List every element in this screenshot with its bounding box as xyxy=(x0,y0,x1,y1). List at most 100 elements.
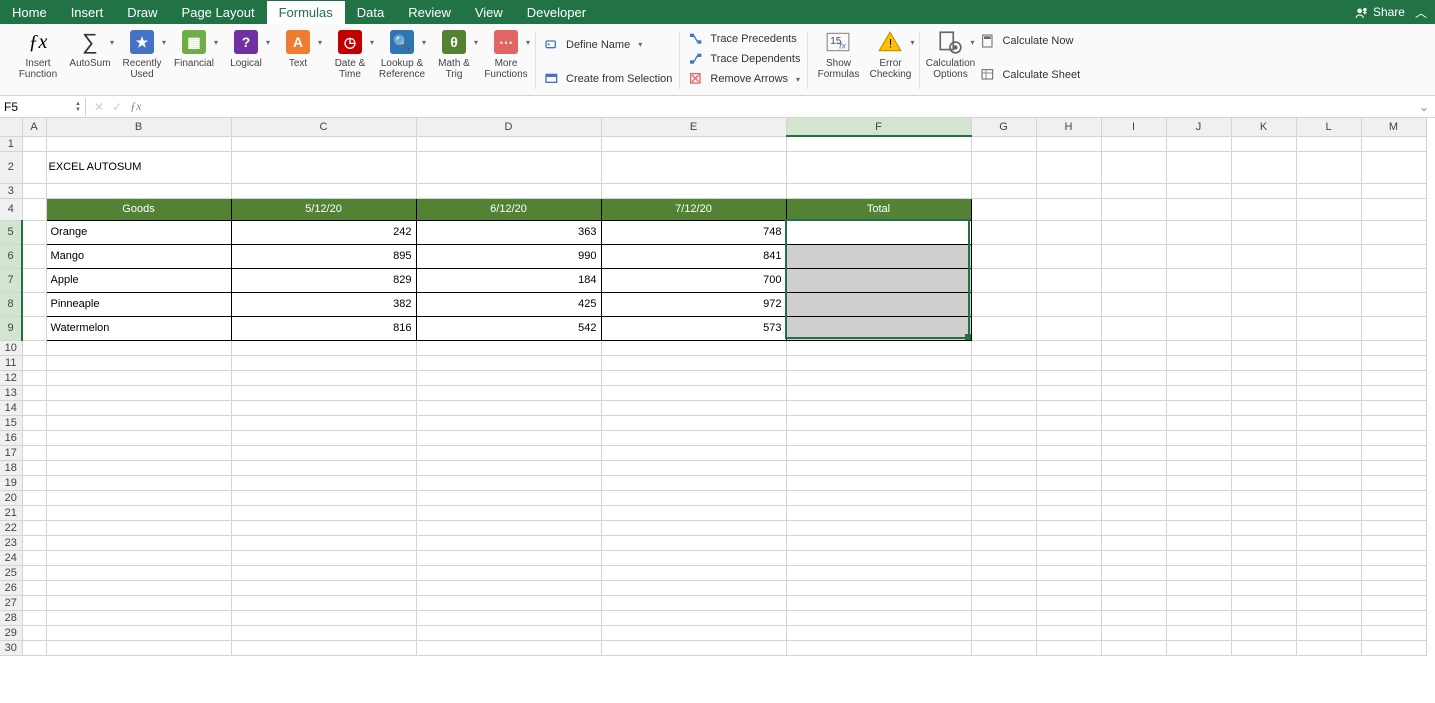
cell-C28[interactable] xyxy=(231,610,416,625)
calculate-sheet-button[interactable]: Calculate Sheet xyxy=(978,66,1082,84)
cell-C12[interactable] xyxy=(231,370,416,385)
cell-J10[interactable] xyxy=(1166,340,1231,355)
cell-E5[interactable]: 748 xyxy=(601,220,786,244)
cell-H15[interactable] xyxy=(1036,415,1101,430)
cell-D24[interactable] xyxy=(416,550,601,565)
cell-B15[interactable] xyxy=(46,415,231,430)
cell-L15[interactable] xyxy=(1296,415,1361,430)
chevron-down-icon[interactable]: ▾ xyxy=(110,38,114,47)
text-button[interactable]: A▾ Text xyxy=(274,28,322,69)
cell-J19[interactable] xyxy=(1166,475,1231,490)
cell-F28[interactable] xyxy=(786,610,971,625)
cell-G26[interactable] xyxy=(971,580,1036,595)
row-header-1[interactable]: 1 xyxy=(0,136,22,151)
cell-A4[interactable] xyxy=(22,198,46,220)
row-header-27[interactable]: 27 xyxy=(0,595,22,610)
remove-arrows-button[interactable]: Remove Arrows▾ xyxy=(686,70,802,88)
cell-K3[interactable] xyxy=(1231,183,1296,198)
cell-M19[interactable] xyxy=(1361,475,1426,490)
cell-F12[interactable] xyxy=(786,370,971,385)
col-header-G[interactable]: G xyxy=(971,118,1036,136)
cell-D19[interactable] xyxy=(416,475,601,490)
cell-E22[interactable] xyxy=(601,520,786,535)
cell-B26[interactable] xyxy=(46,580,231,595)
cell-I24[interactable] xyxy=(1101,550,1166,565)
cell-B1[interactable] xyxy=(46,136,231,151)
cell-I17[interactable] xyxy=(1101,445,1166,460)
cell-E9[interactable]: 573 xyxy=(601,316,786,340)
cell-B24[interactable] xyxy=(46,550,231,565)
cell-L14[interactable] xyxy=(1296,400,1361,415)
cell-M29[interactable] xyxy=(1361,625,1426,640)
cell-I18[interactable] xyxy=(1101,460,1166,475)
cell-H25[interactable] xyxy=(1036,565,1101,580)
cell-D10[interactable] xyxy=(416,340,601,355)
row-header-29[interactable]: 29 xyxy=(0,625,22,640)
cell-M3[interactable] xyxy=(1361,183,1426,198)
cell-F14[interactable] xyxy=(786,400,971,415)
cell-D21[interactable] xyxy=(416,505,601,520)
cell-C22[interactable] xyxy=(231,520,416,535)
cell-E11[interactable] xyxy=(601,355,786,370)
cell-K21[interactable] xyxy=(1231,505,1296,520)
cell-L11[interactable] xyxy=(1296,355,1361,370)
calculation-options-button[interactable]: ▾ CalculationOptions xyxy=(926,28,974,80)
cell-M21[interactable] xyxy=(1361,505,1426,520)
col-header-A[interactable]: A xyxy=(22,118,46,136)
cell-L18[interactable] xyxy=(1296,460,1361,475)
cell-A9[interactable] xyxy=(22,316,46,340)
cell-M25[interactable] xyxy=(1361,565,1426,580)
fx-label-icon[interactable]: ƒx xyxy=(130,99,141,114)
cell-F27[interactable] xyxy=(786,595,971,610)
row-header-2[interactable]: 2 xyxy=(0,151,22,183)
cell-F18[interactable] xyxy=(786,460,971,475)
collapse-ribbon-icon[interactable]: ︿ xyxy=(1415,4,1427,21)
cell-A2[interactable] xyxy=(22,151,46,183)
cell-F15[interactable] xyxy=(786,415,971,430)
cell-L10[interactable] xyxy=(1296,340,1361,355)
cell-E17[interactable] xyxy=(601,445,786,460)
cell-H26[interactable] xyxy=(1036,580,1101,595)
cell-D16[interactable] xyxy=(416,430,601,445)
row-header-25[interactable]: 25 xyxy=(0,565,22,580)
cell-K23[interactable] xyxy=(1231,535,1296,550)
row-header-28[interactable]: 28 xyxy=(0,610,22,625)
cell-H11[interactable] xyxy=(1036,355,1101,370)
cell-D23[interactable] xyxy=(416,535,601,550)
cell-I1[interactable] xyxy=(1101,136,1166,151)
cell-M8[interactable] xyxy=(1361,292,1426,316)
cell-K24[interactable] xyxy=(1231,550,1296,565)
cell-J20[interactable] xyxy=(1166,490,1231,505)
cell-C26[interactable] xyxy=(231,580,416,595)
cell-F13[interactable] xyxy=(786,385,971,400)
cell-D18[interactable] xyxy=(416,460,601,475)
cell-A19[interactable] xyxy=(22,475,46,490)
cell-G22[interactable] xyxy=(971,520,1036,535)
row-header-14[interactable]: 14 xyxy=(0,400,22,415)
cell-F22[interactable] xyxy=(786,520,971,535)
row-header-5[interactable]: 5 xyxy=(0,220,22,244)
col-header-E[interactable]: E xyxy=(601,118,786,136)
col-header-J[interactable]: J xyxy=(1166,118,1231,136)
cell-D8[interactable]: 425 xyxy=(416,292,601,316)
cell-F29[interactable] xyxy=(786,625,971,640)
cell-H17[interactable] xyxy=(1036,445,1101,460)
cell-E7[interactable]: 700 xyxy=(601,268,786,292)
cell-G24[interactable] xyxy=(971,550,1036,565)
accept-formula-icon[interactable]: ✓ xyxy=(112,100,122,114)
cell-K14[interactable] xyxy=(1231,400,1296,415)
cell-J23[interactable] xyxy=(1166,535,1231,550)
cell-L23[interactable] xyxy=(1296,535,1361,550)
row-header-20[interactable]: 20 xyxy=(0,490,22,505)
cell-H30[interactable] xyxy=(1036,640,1101,655)
cell-I6[interactable] xyxy=(1101,244,1166,268)
cell-D1[interactable] xyxy=(416,136,601,151)
cell-D7[interactable]: 184 xyxy=(416,268,601,292)
cell-I26[interactable] xyxy=(1101,580,1166,595)
cell-B19[interactable] xyxy=(46,475,231,490)
cell-C24[interactable] xyxy=(231,550,416,565)
col-header-B[interactable]: B xyxy=(46,118,231,136)
cell-B30[interactable] xyxy=(46,640,231,655)
cell-L6[interactable] xyxy=(1296,244,1361,268)
cell-G17[interactable] xyxy=(971,445,1036,460)
